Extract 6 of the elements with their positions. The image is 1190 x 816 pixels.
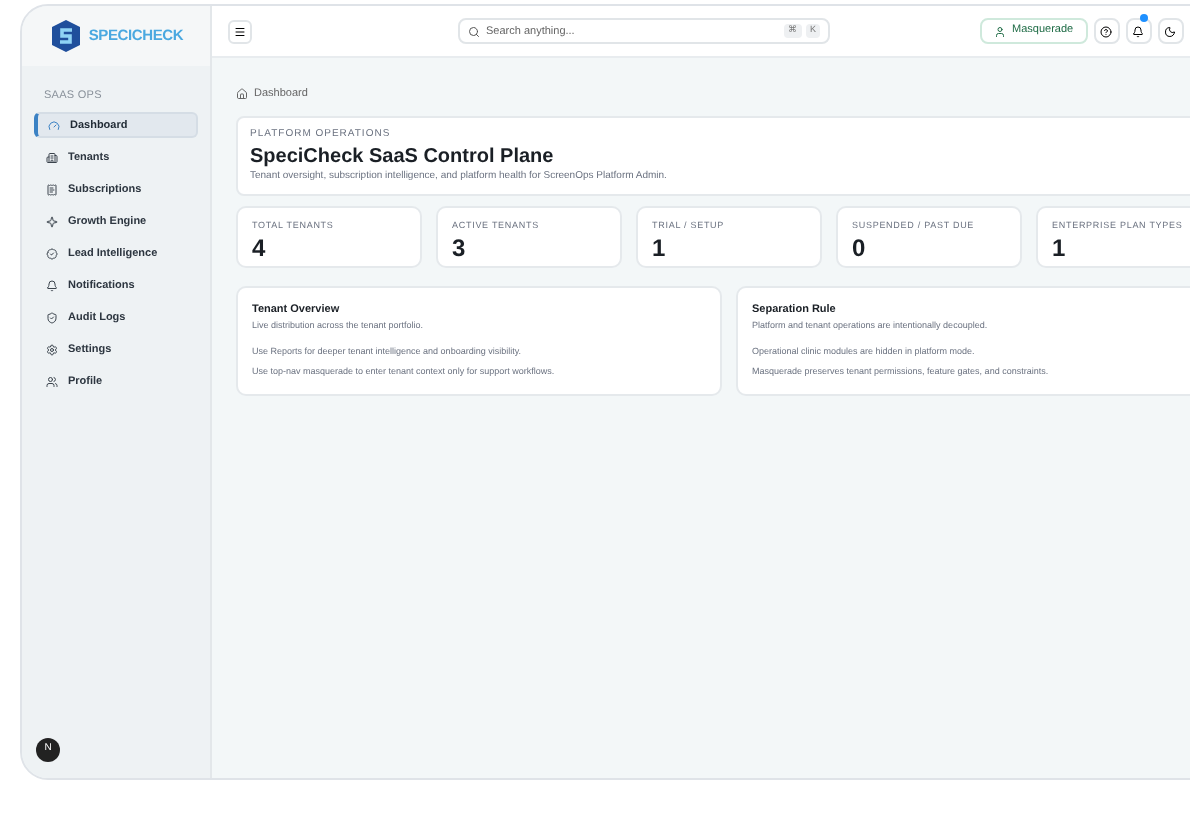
stat-value: 1 [1052,234,1068,262]
stat-value: 0 [852,234,868,262]
stat-value: 1 [652,234,668,262]
stat-value: 4 [252,234,268,262]
stat-value: 3 [452,234,468,262]
page-title: SpeciCheck SaaS Control Plane [250,143,556,170]
